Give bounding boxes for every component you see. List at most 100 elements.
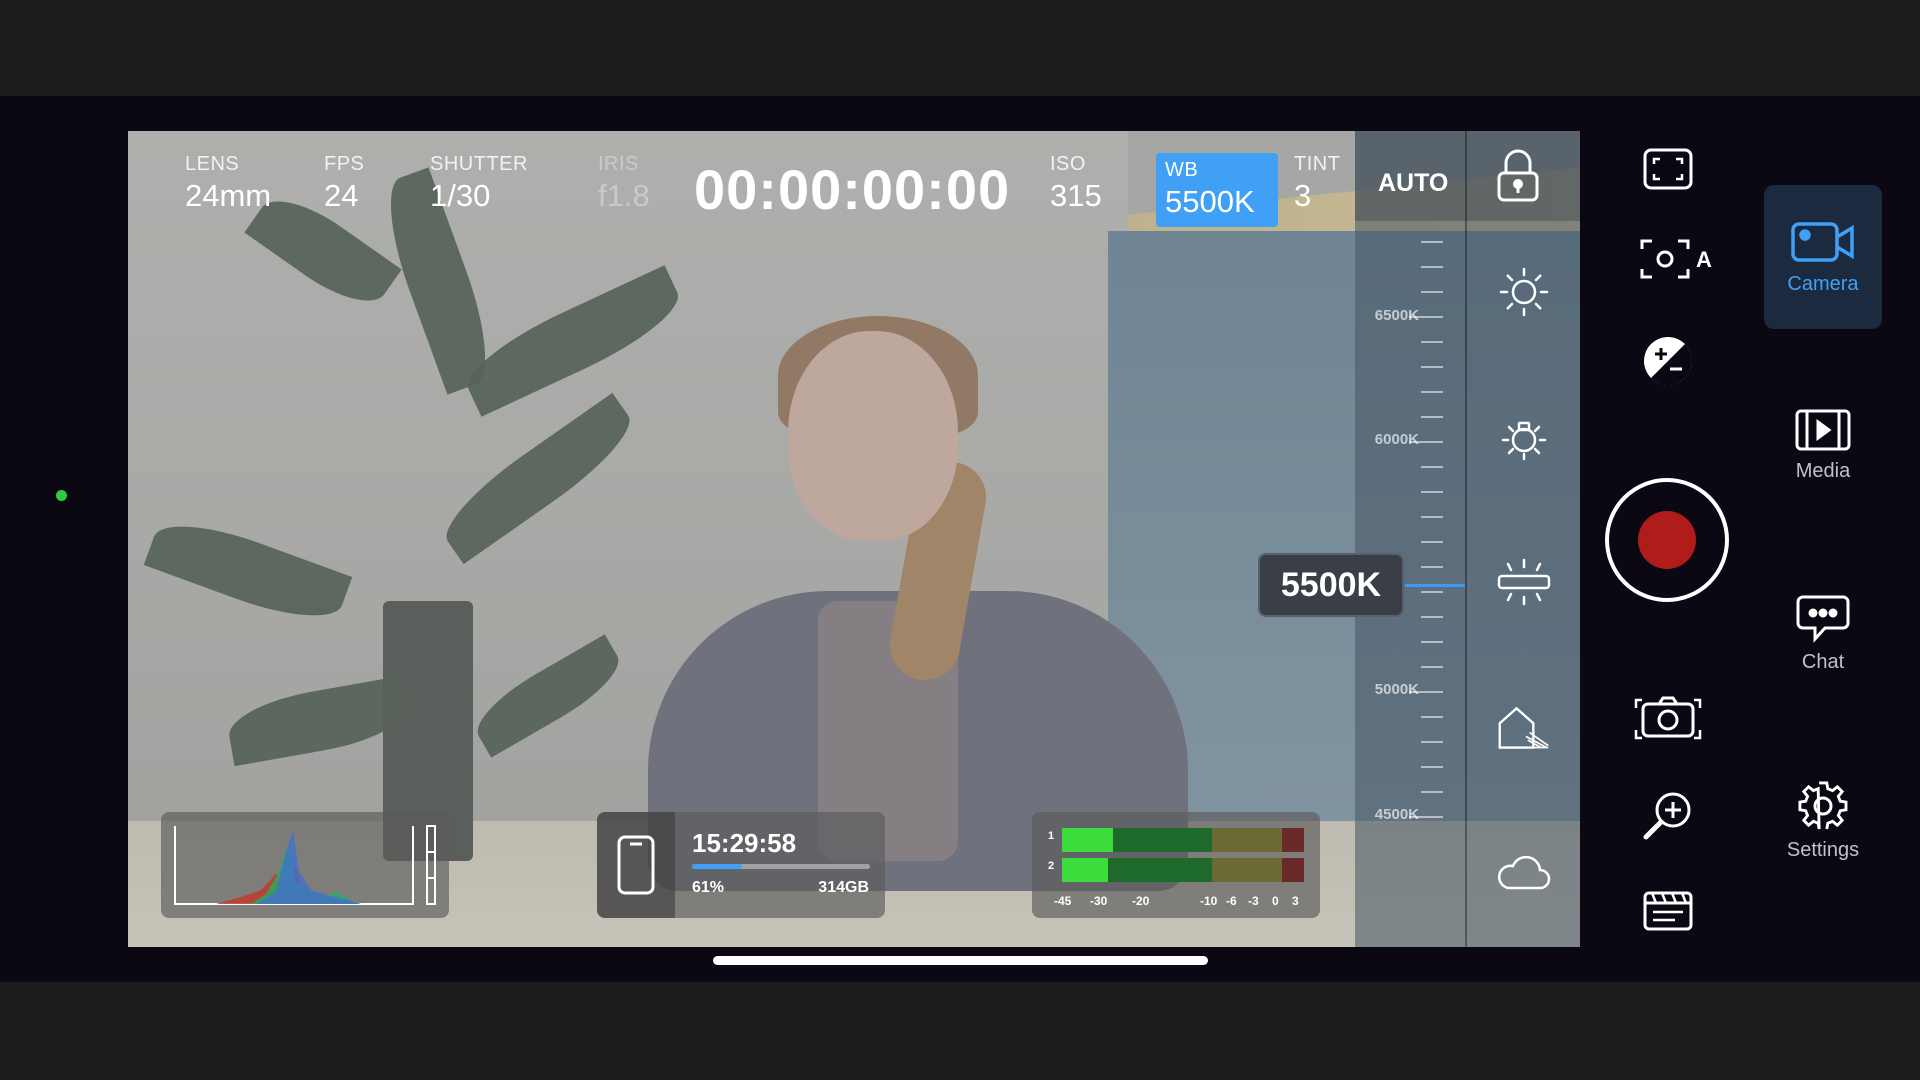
wb-tick [1421, 541, 1443, 543]
meter-scale-label: 3 [1292, 894, 1299, 908]
shutter-control[interactable]: SHUTTER 1/30 [430, 153, 528, 214]
meter-green-zone [1062, 858, 1212, 882]
zoom-button[interactable] [1638, 785, 1698, 845]
lens-value: 24mm [185, 178, 272, 213]
home-indicator[interactable] [713, 956, 1208, 965]
audio-meter-scale: -45 -30 -20 -10 -6 -3 0 3 [1054, 894, 1314, 910]
sun-icon [1499, 267, 1549, 317]
meter-red-zone [1282, 828, 1304, 852]
lens-label: LENS [185, 153, 240, 175]
fps-value: 24 [324, 178, 359, 213]
white-balance-panel: 6500K 6000K 5000K 4500K [1355, 131, 1580, 947]
nav-chat[interactable]: Chat [1764, 561, 1882, 705]
wb-tick [1421, 616, 1443, 618]
histogram[interactable] [161, 812, 449, 918]
meter-level-fill [1062, 858, 1108, 882]
fps-control[interactable]: FPS 24 [324, 153, 364, 214]
audio-meters[interactable]: 1 2 -45 -30 -20 -10 -6 -3 0 3 [1032, 812, 1320, 918]
tint-label: TINT [1294, 153, 1341, 175]
lock-icon [1497, 149, 1539, 202]
wb-preset-shade[interactable] [1496, 699, 1552, 755]
wb-scale-label: 4500K [1374, 806, 1419, 823]
exposure-compensation-button[interactable] [1638, 331, 1698, 391]
nav-settings-label: Settings [1786, 838, 1860, 861]
nav-camera-label: Camera [1787, 272, 1859, 295]
wb-tick [1421, 641, 1443, 643]
meter-scale-label: 0 [1272, 894, 1279, 908]
nav-media[interactable]: Media [1764, 373, 1882, 517]
wb-tick [1421, 341, 1443, 343]
record-button[interactable] [1605, 478, 1729, 602]
meter-scale-label: -30 [1090, 894, 1108, 908]
wb-current-value: 5500K [1258, 553, 1404, 617]
wb-tick [1421, 666, 1443, 668]
exposure-icon [1644, 337, 1693, 386]
tint-control[interactable]: TINT 3 [1294, 153, 1340, 214]
wb-scale-label: 5000K [1374, 681, 1419, 698]
shutter-label: SHUTTER [430, 153, 528, 175]
audio-channel-label: 1 [1048, 830, 1055, 842]
meter-scale-label: -45 [1054, 894, 1072, 908]
fluorescent-icon [1497, 558, 1551, 606]
wb-tick [1421, 416, 1443, 418]
wb-lock-button[interactable] [1496, 149, 1556, 211]
letterbox-top [0, 0, 1920, 96]
auto-wb-button[interactable]: AUTO [1378, 169, 1448, 198]
slate-button[interactable] [1638, 883, 1698, 937]
top-hud: LENS 24mm FPS 24 SHUTTER 1/30 IRIS f1.8 … [128, 131, 1539, 227]
wb-label: WB [1165, 159, 1199, 181]
wb-tick [1421, 741, 1443, 743]
wb-tick [1421, 366, 1443, 368]
storage-percent: 61% [692, 879, 725, 896]
iris-control: IRIS f1.8 [598, 153, 650, 214]
snapshot-button[interactable] [1630, 690, 1706, 746]
wb-scale-label: 6000K [1374, 431, 1419, 448]
house-shade-icon [1498, 706, 1549, 749]
meter-red-zone [1282, 858, 1304, 882]
wb-tick [1421, 291, 1443, 293]
wb-tick [1421, 716, 1443, 718]
auto-focus-button[interactable]: A [1638, 231, 1718, 287]
wb-tick [1421, 241, 1443, 243]
film-icon [1795, 409, 1851, 450]
meter-scale-label: -6 [1226, 894, 1237, 908]
gear-icon [1798, 780, 1848, 829]
meter-yellow-zone [1212, 858, 1282, 882]
storage-space: 314GB [818, 879, 869, 896]
fps-label: FPS [324, 153, 365, 175]
iso-label: ISO [1050, 153, 1086, 175]
wb-preset-cloudy[interactable] [1496, 844, 1552, 900]
media-storage-panel[interactable]: 15:29:58 61% 314GB [597, 812, 885, 918]
lens-control[interactable]: LENS 24mm [185, 153, 271, 214]
iris-value: f1.8 [598, 178, 650, 213]
auto-focus-icon: A [1640, 239, 1712, 279]
timecode: 00:00:00:00 [694, 158, 1011, 221]
wb-tick [1421, 391, 1443, 393]
shutter-value: 1/30 [430, 178, 491, 213]
nav-chat-label: Chat [1801, 650, 1845, 673]
iso-value: 315 [1050, 178, 1102, 213]
nav-settings[interactable]: Settings [1764, 749, 1882, 893]
clapperboard-icon [1643, 891, 1693, 931]
wb-preset-fluorescent[interactable] [1496, 554, 1552, 610]
wb-preset-tungsten[interactable] [1496, 409, 1552, 465]
frame-guides-button[interactable] [1638, 141, 1698, 197]
video-camera-icon [1791, 221, 1854, 262]
wb-tick [1421, 766, 1443, 768]
iso-control[interactable]: ISO 315 [1050, 153, 1102, 214]
meter-yellow-zone [1212, 828, 1282, 852]
audio-meter-channel-2 [1062, 858, 1304, 882]
wb-preset-daylight[interactable] [1496, 264, 1552, 320]
nav-camera[interactable]: Camera [1764, 185, 1882, 329]
letterbox-bottom [0, 982, 1920, 1080]
white-balance-control[interactable]: WB 5500K [1156, 153, 1278, 227]
cloud-icon [1498, 855, 1551, 890]
storage-card-slot [597, 812, 675, 918]
tint-value: 3 [1294, 178, 1312, 213]
wb-tick [1421, 466, 1443, 468]
histogram-graph [174, 825, 436, 905]
wb-scale-label: 6500K [1374, 307, 1419, 324]
wb-current-indicator [1405, 584, 1465, 587]
wb-tick [1421, 516, 1443, 518]
lightbulb-icon [1501, 421, 1547, 461]
